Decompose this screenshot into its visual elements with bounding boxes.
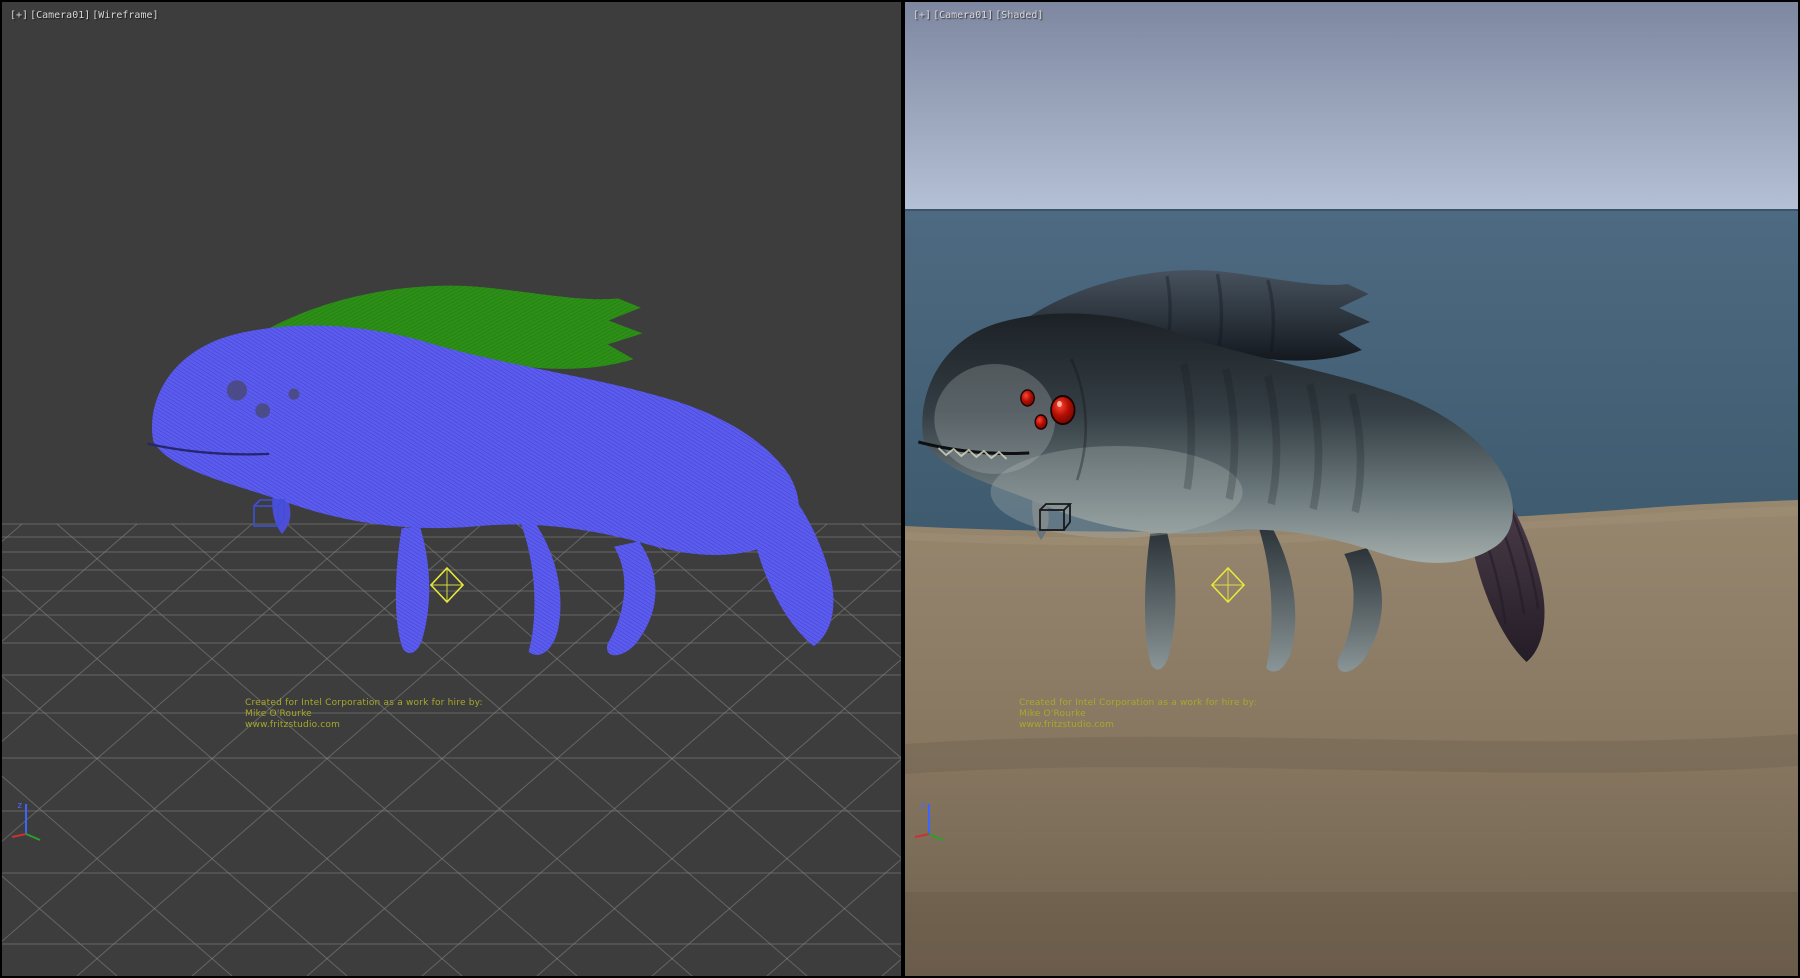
fish-body-wires <box>152 325 799 555</box>
eye <box>288 389 299 400</box>
dual-viewport-stage: [+] [Camera01] [Wireframe] Created for I… <box>0 0 1800 978</box>
watermark-line-2: Mike O'Rourke <box>245 709 483 720</box>
fish-model-wireframe[interactable] <box>148 286 834 656</box>
world-axis-tripod: z <box>10 792 54 842</box>
grid-horizontal-lines <box>2 524 901 944</box>
eye <box>1051 396 1075 424</box>
viewport-shading-menu[interactable]: [Shaded] <box>995 10 1043 21</box>
viewport-canvas-shaded[interactable] <box>905 2 1798 976</box>
viewport-wireframe[interactable]: [+] [Camera01] [Wireframe] Created for I… <box>2 2 901 976</box>
watermark-line-1: Created for Intel Corporation as a work … <box>245 698 483 709</box>
eye-highlight <box>1057 401 1062 407</box>
sky-background <box>905 2 1798 212</box>
grid-diagonal-lines-b <box>2 524 901 976</box>
eye <box>1035 415 1047 429</box>
watermark-line-3: www.fritzstudio.com <box>245 720 483 731</box>
axis-x-line <box>12 834 26 837</box>
watermark-text: Created for Intel Corporation as a work … <box>1019 698 1257 731</box>
world-axis-tripod: z <box>913 792 957 842</box>
viewport-pov-menu[interactable]: [+] <box>10 10 28 21</box>
horizon-line <box>905 209 1798 211</box>
watermark-line-3: www.fritzstudio.com <box>1019 720 1257 731</box>
ground-mesh-grid[interactable] <box>2 524 901 976</box>
axis-y-line <box>26 834 40 840</box>
axis-z-label: z <box>17 801 22 811</box>
axis-x-line <box>915 834 929 837</box>
eye <box>255 403 270 418</box>
viewport-canvas-wireframe[interactable] <box>2 2 901 976</box>
watermark-text: Created for Intel Corporation as a work … <box>245 698 483 731</box>
sand-foreground-shadow <box>905 892 1798 976</box>
watermark-line-2: Mike O'Rourke <box>1019 709 1257 720</box>
fin-wires <box>521 521 560 655</box>
viewport-shaded[interactable]: [+] [Camera01] [Shaded] Created for Inte… <box>905 2 1798 976</box>
eye <box>1021 390 1034 406</box>
viewport-camera-menu[interactable]: [Camera01] <box>30 10 90 21</box>
viewport-camera-menu[interactable]: [Camera01] <box>933 10 993 21</box>
fin-wires <box>396 527 429 654</box>
axis-z-label: z <box>920 801 925 811</box>
viewport-label: [+] [Camera01] [Shaded] <box>913 10 1043 21</box>
axis-y-line <box>929 834 943 840</box>
watermark-line-1: Created for Intel Corporation as a work … <box>1019 698 1257 709</box>
viewport-label: [+] [Camera01] [Wireframe] <box>10 10 159 21</box>
viewport-pov-menu[interactable]: [+] <box>913 10 931 21</box>
eye <box>227 380 247 400</box>
viewport-shading-menu[interactable]: [Wireframe] <box>92 10 158 21</box>
